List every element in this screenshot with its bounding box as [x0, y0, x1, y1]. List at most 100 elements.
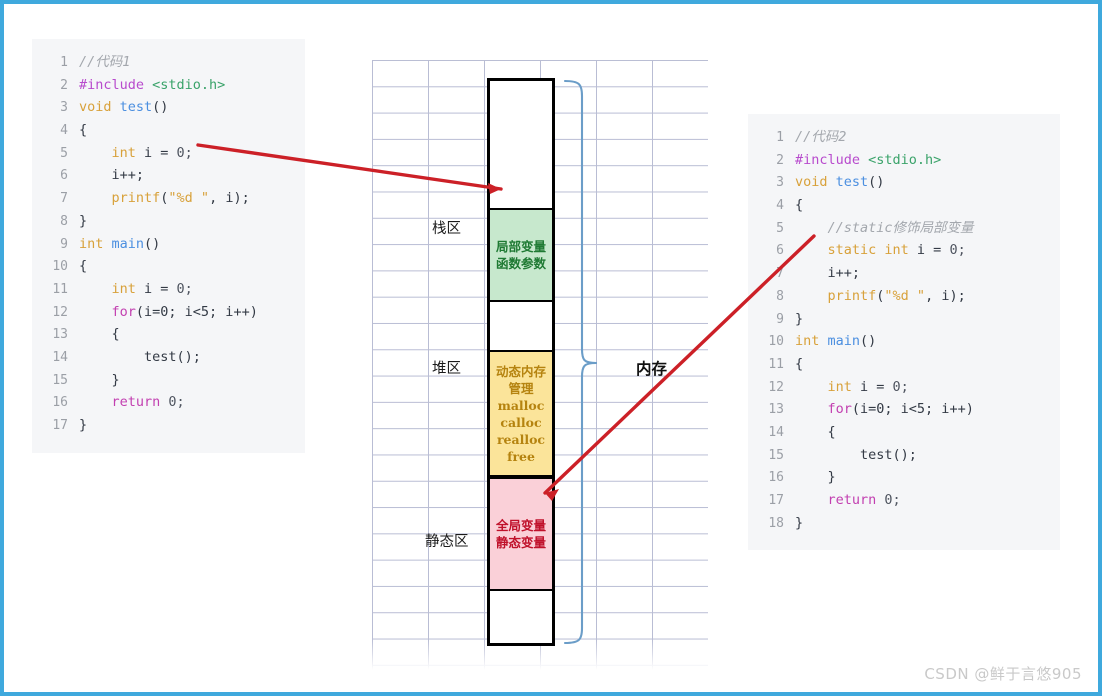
- line-number: 4: [776, 198, 784, 214]
- code-token: 0;: [176, 280, 193, 297]
- code-line: 10 int main(): [762, 330, 1046, 353]
- line-number: 7: [776, 266, 784, 282]
- code-token: for: [79, 303, 136, 320]
- code-line: 14 test();: [46, 346, 291, 369]
- memory-cell-line: 全局变量: [495, 518, 546, 533]
- code-token: (i=0; i<5; i++): [135, 303, 258, 320]
- csdn-watermark: CSDN @鲜于言悠905: [924, 665, 1082, 683]
- code-line: 1 //代码2: [762, 126, 1046, 149]
- zone-label-static: 静态区: [425, 534, 469, 550]
- code-line: 8}: [46, 210, 291, 233]
- zone-label-heap: 堆区: [432, 361, 461, 377]
- line-number: 8: [60, 213, 68, 229]
- code-line: 14 {: [762, 421, 1046, 444]
- memory-cell-line: 函数参数: [495, 256, 546, 271]
- code-token: {: [79, 326, 120, 343]
- code-token: test: [119, 99, 153, 116]
- line-number: 2: [776, 152, 784, 168]
- code-token: 0;: [176, 144, 193, 161]
- code-token: printf: [795, 287, 877, 304]
- code-line: 3 void test(): [762, 171, 1046, 194]
- code-block-sample-1: 1//代码1 2 #include <stdio.h> 3 void test() 4{5…: [32, 39, 305, 453]
- line-number: 1: [60, 55, 68, 70]
- code-token: <stdio.h>: [152, 76, 226, 93]
- code-token: {: [795, 423, 836, 440]
- line-number: 11: [52, 281, 68, 297]
- code-line: 15 test();: [762, 444, 1046, 467]
- code-token: i++;: [79, 167, 145, 184]
- code-token: //代码2: [795, 129, 847, 145]
- code-token: main: [827, 333, 861, 350]
- code-line: 10 {: [46, 255, 291, 278]
- code-token: test();: [79, 348, 201, 365]
- code-line: 17 return 0;: [762, 489, 1046, 512]
- code-line: 6 i++;: [46, 164, 291, 187]
- memory-cell-line: 局部变量: [495, 239, 546, 254]
- code-line: 15 }: [46, 369, 291, 392]
- code-token: #include: [795, 151, 869, 168]
- line-number: 14: [52, 349, 68, 365]
- code-token: }: [79, 371, 120, 388]
- code-line: 4{: [46, 119, 291, 142]
- memory-layout-column: 局部变量 函数参数 动态内存 管理 malloc calloc realloc free 全…: [487, 78, 555, 646]
- code-token: {: [79, 258, 88, 275]
- code-token: 0;: [892, 378, 909, 395]
- line-number: 5: [776, 220, 784, 236]
- memory-cell-line: malloc: [497, 397, 545, 413]
- code-token: int: [79, 280, 145, 297]
- zone-label-stack: 栈区: [432, 221, 461, 237]
- code-token: test: [835, 174, 869, 191]
- code-line: 5 //static修饰局部变量: [762, 217, 1046, 240]
- memory-cell-line: free: [507, 448, 535, 464]
- code-line: 13 for(i=0; i<5; i++): [762, 398, 1046, 421]
- code-line: 9}: [762, 308, 1046, 331]
- code-token: }: [795, 310, 804, 327]
- code-token: int: [795, 333, 828, 350]
- line-number: 17: [768, 493, 784, 508]
- code-line: 1 //代码1: [46, 51, 291, 74]
- code-line: 18}: [762, 512, 1046, 535]
- line-number: 8: [776, 288, 784, 304]
- code-line: 7 printf("%d ", i);: [46, 187, 291, 210]
- code-token: 0;: [168, 394, 185, 411]
- code-token: void: [795, 174, 836, 191]
- line-number: 9: [60, 236, 68, 252]
- code-line: 17}: [46, 414, 291, 437]
- line-number: 7: [60, 191, 68, 207]
- code-token: i++;: [795, 265, 861, 282]
- line-number: 10: [768, 334, 784, 350]
- code-token: {: [79, 122, 88, 139]
- code-token: i =: [144, 280, 177, 297]
- code-token: return: [79, 394, 169, 411]
- code-token: static int: [795, 242, 917, 259]
- code-token: , i);: [925, 287, 966, 304]
- line-number: 11: [768, 356, 784, 372]
- code-block-sample-2: 1//代码2 2 #include <stdio.h> 3 void test() 4{5…: [748, 114, 1060, 551]
- code-line: 16 }: [762, 466, 1046, 489]
- memory-cell-stack: 局部变量 函数参数: [490, 208, 552, 302]
- memory-cell-line: 动态内存: [495, 363, 546, 379]
- line-number: 4: [60, 123, 68, 139]
- line-number: 14: [768, 424, 784, 440]
- line-number: 6: [60, 168, 68, 184]
- code-token: }: [79, 417, 88, 433]
- line-number: 2: [60, 77, 68, 93]
- code-token: 0;: [884, 492, 901, 508]
- code-line: 5 int i = 0;: [46, 142, 291, 165]
- code-line: 4{: [762, 194, 1046, 217]
- code-token: }: [79, 212, 88, 229]
- code-token: (): [144, 235, 161, 252]
- line-number: 17: [52, 418, 68, 433]
- line-number: 12: [52, 304, 68, 320]
- code-line: 2 #include <stdio.h>: [762, 149, 1046, 172]
- memory-cell-line: 静态变量: [495, 535, 546, 550]
- line-number: 3: [60, 100, 68, 116]
- line-number: 1: [776, 130, 784, 145]
- code-token: (i=0; i<5; i++): [851, 401, 974, 418]
- code-token: main: [111, 235, 145, 252]
- line-number: 18: [768, 515, 784, 531]
- code-token: for: [795, 401, 852, 418]
- memory-cell-line: realloc: [496, 431, 546, 447]
- code-token: {: [795, 355, 804, 372]
- code-token: (): [860, 333, 877, 350]
